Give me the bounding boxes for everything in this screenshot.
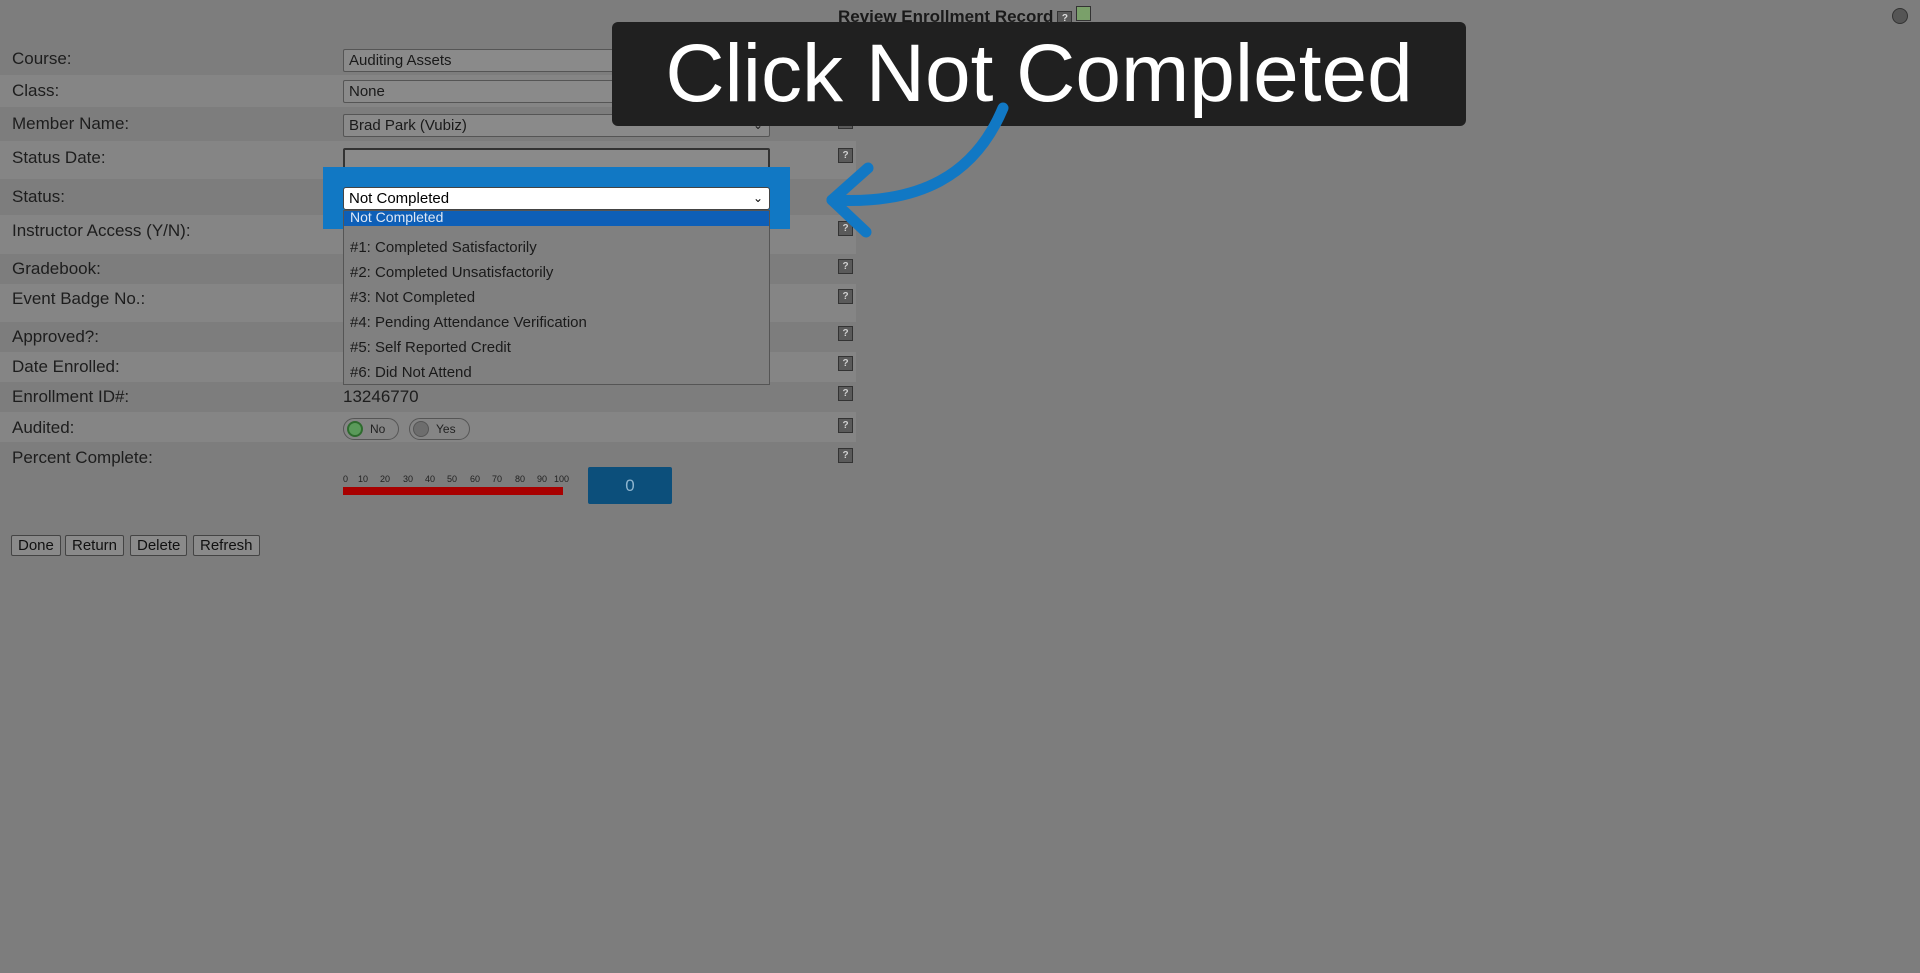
refresh-button[interactable]: Refresh [193, 535, 260, 556]
scale-tick: 40 [425, 474, 436, 484]
radio-unselected-icon [413, 421, 429, 437]
dropdown-option[interactable]: #1: Completed Satisfactorily [344, 235, 769, 260]
instruction-banner: Click Not Completed [612, 22, 1466, 126]
date-enrolled-help-icon[interactable]: ? [838, 356, 853, 371]
return-button[interactable]: Return [65, 535, 125, 556]
status-label: Status: [12, 187, 65, 206]
audited-row: Audited: No Yes ? [0, 412, 856, 442]
audited-yes-radio[interactable]: Yes [409, 418, 470, 440]
class-value: None [349, 83, 385, 100]
radio-selected-icon [347, 421, 363, 437]
scale-tick: 100 [554, 474, 570, 484]
dropdown-option[interactable]: #4: Pending Attendance Verification [344, 310, 769, 335]
scale-tick: 20 [380, 474, 391, 484]
event-badge-label: Event Badge No.: [12, 289, 146, 308]
progress-bar [343, 487, 563, 495]
scale-tick: 50 [447, 474, 458, 484]
class-label: Class: [12, 81, 60, 100]
date-enrolled-label: Date Enrolled: [12, 357, 120, 376]
scale-tick: 70 [492, 474, 503, 484]
percent-complete-value: 0 [588, 467, 672, 504]
status-date-label: Status Date: [12, 148, 106, 167]
event-badge-help-icon[interactable]: ? [838, 289, 853, 304]
status-select[interactable]: Not Completed ⌄ [343, 187, 770, 210]
status-value: Not Completed [349, 190, 450, 207]
audited-no-label: No [370, 422, 386, 436]
enrollment-id-value: 13246770 [343, 387, 419, 406]
approved-help-icon[interactable]: ? [838, 326, 853, 341]
instructor-access-label: Instructor Access (Y/N): [12, 221, 191, 240]
gradebook-label: Gradebook: [12, 259, 101, 278]
audited-yes-label: Yes [436, 422, 456, 436]
scale-tick: 10 [358, 474, 369, 484]
instructor-access-help-icon[interactable]: ? [838, 221, 853, 236]
scale-tick: 30 [403, 474, 414, 484]
close-icon[interactable] [1892, 8, 1908, 24]
status-dropdown-list: Not Completed #1: Completed Satisfactori… [343, 210, 770, 385]
dropdown-option-selected[interactable]: Not Completed [344, 211, 769, 226]
enrollment-id-label: Enrollment ID#: [12, 387, 130, 406]
scale-tick: 80 [515, 474, 526, 484]
audited-help-icon[interactable]: ? [838, 418, 853, 433]
dropdown-separator [344, 226, 769, 235]
percent-complete-help-icon[interactable]: ? [838, 448, 853, 463]
dropdown-option[interactable]: #3: Not Completed [344, 285, 769, 310]
dropdown-option[interactable]: #2: Completed Unsatisfactorily [344, 260, 769, 285]
course-label: Course: [12, 49, 72, 68]
chevron-down-icon: ⌄ [752, 191, 763, 205]
done-button[interactable]: Done [11, 535, 61, 556]
course-value: Auditing Assets [349, 52, 452, 69]
member-name-value: Brad Park (Vubiz) [349, 117, 467, 134]
gradebook-help-icon[interactable]: ? [838, 259, 853, 274]
scale-tick: 0 [343, 474, 349, 484]
percent-complete-label: Percent Complete: [12, 448, 153, 467]
member-name-label: Member Name: [12, 114, 130, 133]
dropdown-option[interactable]: #5: Self Reported Credit [344, 335, 769, 360]
delete-button[interactable]: Delete [130, 535, 188, 556]
refresh-icon[interactable] [1076, 6, 1092, 21]
scale-tick: 90 [537, 474, 548, 484]
scale-tick: 60 [470, 474, 481, 484]
enrollment-id-row: Enrollment ID#: 13246770 ? [0, 382, 856, 412]
approved-label: Approved?: [12, 327, 99, 346]
audited-no-radio[interactable]: No [343, 418, 399, 440]
enrollment-id-help-icon[interactable]: ? [838, 386, 853, 401]
audited-label: Audited: [12, 418, 75, 437]
dropdown-option[interactable]: #6: Did Not Attend [344, 360, 769, 385]
status-date-help-icon[interactable]: ? [838, 148, 853, 163]
